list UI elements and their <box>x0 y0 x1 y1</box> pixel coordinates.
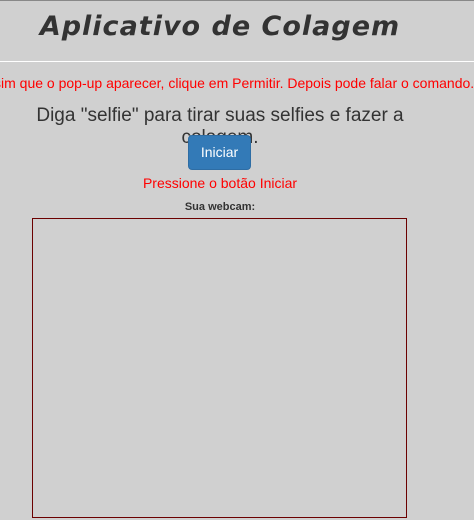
start-button[interactable]: Iniciar <box>188 135 251 170</box>
app-title: Aplicativo de Colagem <box>39 11 401 42</box>
permission-instruction: sim que o pop-up aparecer, clique em Per… <box>0 75 474 91</box>
collage-app-page: Aplicativo de Colagem sim que o pop-up a… <box>0 0 474 520</box>
webcam-video-area <box>32 218 407 518</box>
header-divider <box>0 61 474 62</box>
webcam-label: Sua webcam: <box>184 201 256 213</box>
status-message: Pressione o botão Iniciar <box>142 175 298 191</box>
